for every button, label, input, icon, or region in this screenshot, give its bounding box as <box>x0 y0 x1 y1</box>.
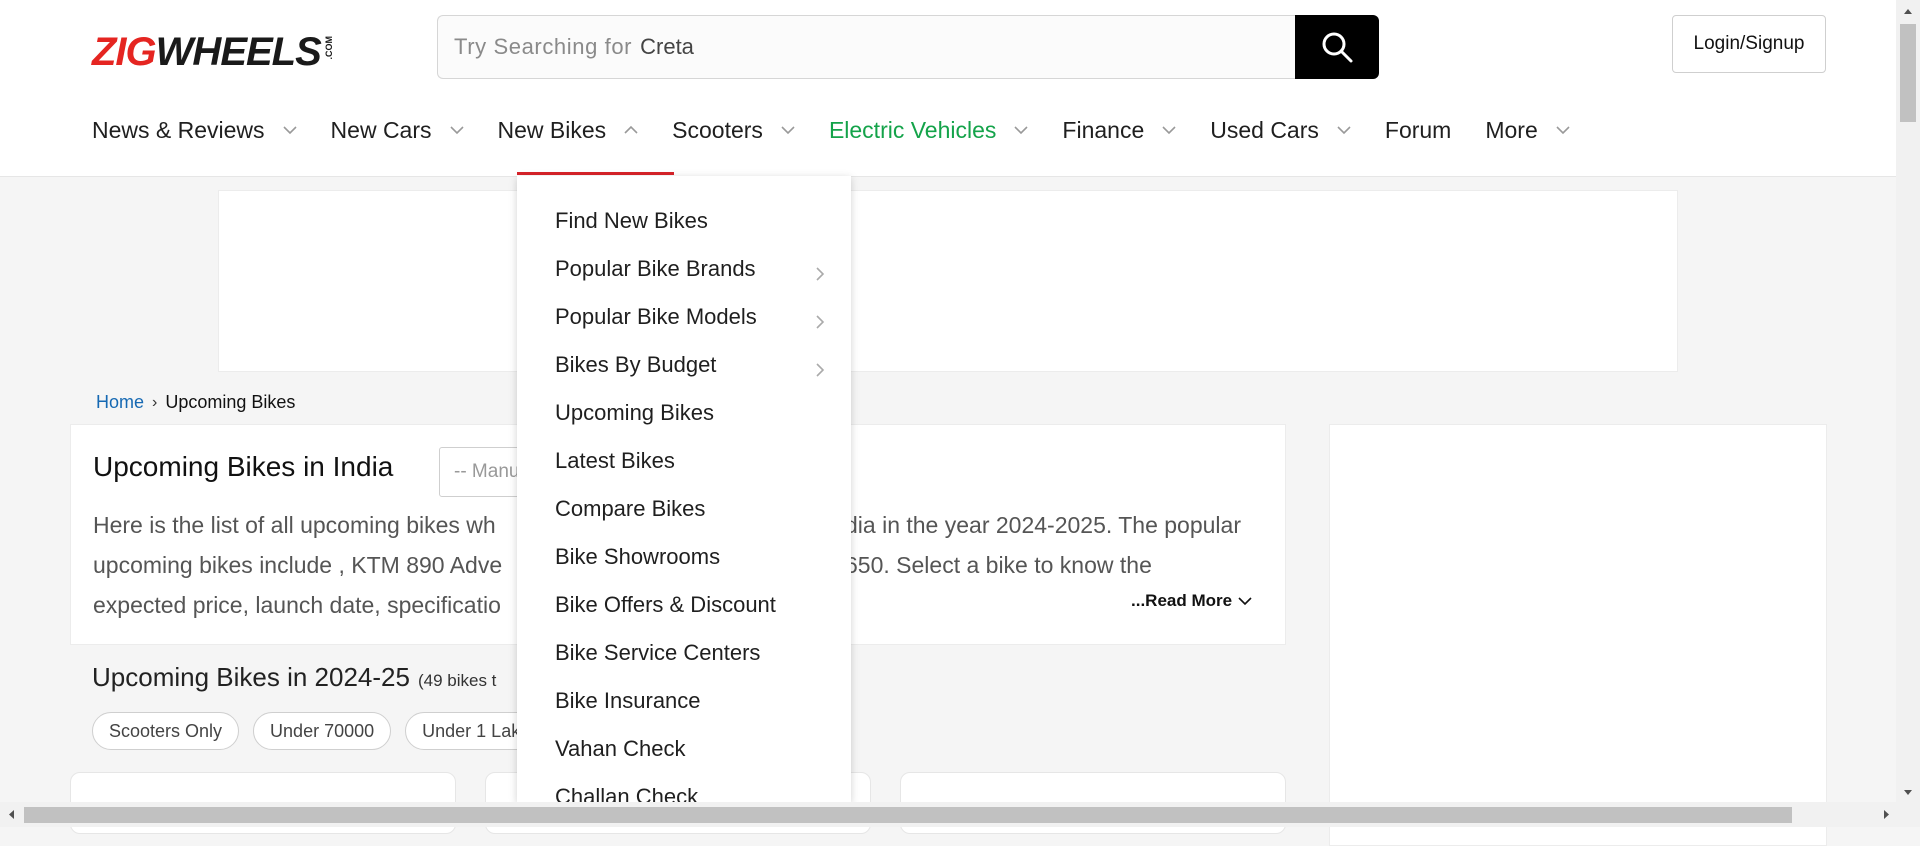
chevron-down-icon <box>1162 126 1176 135</box>
nav-item-label: News & Reviews <box>92 116 265 143</box>
chevron-right-icon <box>816 363 825 377</box>
page-title: Upcoming Bikes in India <box>93 451 394 482</box>
site-header: ZIG WHEELS .COM Try Searching for Creta … <box>0 0 1896 177</box>
scroll-down-icon[interactable] <box>1896 784 1920 800</box>
dropdown-item-upcoming-bikes[interactable]: Upcoming Bikes <box>555 400 714 426</box>
dropdown-item-challan-check[interactable]: Challan Check <box>555 784 698 802</box>
dropdown-item-find-new-bikes[interactable]: Find New Bikes <box>555 208 708 234</box>
nav-item-used-cars[interactable]: Used Cars <box>1210 117 1351 144</box>
dropdown-item-bike-offers-discount[interactable]: Bike Offers & Discount <box>555 592 776 618</box>
logo-wheels-text: WHEELS <box>155 30 322 74</box>
filter-chips: Scooters Only Under 70000 Under 1 Lakh <box>92 712 561 750</box>
intro-line-2-right: 650. Select a bike to know the <box>845 552 1152 578</box>
dropdown-item-popular-bike-brands[interactable]: Popular Bike Brands <box>555 256 756 282</box>
nav-item-news-reviews[interactable]: News & Reviews <box>92 117 297 144</box>
dropdown-item-compare-bikes[interactable]: Compare Bikes <box>555 496 705 522</box>
breadcrumb-current: Upcoming Bikes <box>165 392 296 412</box>
dropdown-item-vahan-check[interactable]: Vahan Check <box>555 736 685 762</box>
search-bar: Try Searching for Creta <box>437 15 1379 79</box>
section-title: Upcoming Bikes in 2024-25 (49 bikes t <box>92 662 496 693</box>
filter-chip[interactable]: Under 70000 <box>253 712 392 750</box>
nav-item-label: New Bikes <box>497 116 607 143</box>
nav-item-label: More <box>1485 116 1538 143</box>
nav-item-more[interactable]: More <box>1485 116 1570 144</box>
intro-line-2-left: upcoming bikes include , KTM 890 Adve <box>93 552 503 578</box>
intro-line-1-left: Here is the list of all upcoming bikes w… <box>93 512 496 538</box>
horizontal-scroll-thumb[interactable] <box>24 807 1792 823</box>
search-button[interactable] <box>1295 15 1379 79</box>
ad-banner <box>218 190 1678 372</box>
nav-item-label: Scooters <box>672 116 763 143</box>
chevron-down-icon <box>1337 126 1351 135</box>
main-nav: News & Reviews New Cars New Bikes Scooters E… <box>92 112 1604 148</box>
nav-item-new-cars[interactable]: New Cars <box>331 117 464 144</box>
nav-item-label: Forum <box>1384 116 1452 143</box>
nav-item-label: Used Cars <box>1210 116 1319 143</box>
search-suggestion-term: Creta <box>640 34 694 59</box>
breadcrumb: Home › Upcoming Bikes <box>96 392 295 413</box>
logo-com-text: .COM <box>323 36 334 60</box>
dropdown-item-bikes-by-budget[interactable]: Bikes By Budget <box>555 352 716 378</box>
section-count: (49 bikes t <box>417 671 497 690</box>
breadcrumb-separator: › <box>152 393 158 411</box>
chevron-down-icon <box>1556 126 1570 135</box>
horizontal-scrollbar[interactable] <box>0 802 1920 827</box>
search-icon <box>1322 32 1353 63</box>
breadcrumb-home-link[interactable]: Home <box>96 392 144 413</box>
intro-line-1-right: dia in the year 2024-2025. The popular <box>845 512 1241 538</box>
scroll-left-icon[interactable] <box>2 802 22 827</box>
intro-line-3-left: expected price, launch date, specificati… <box>93 592 501 618</box>
vertical-scrollbar[interactable] <box>1896 0 1920 802</box>
nav-item-new-bikes[interactable]: New Bikes <box>498 117 639 144</box>
nav-item-label: New Cars <box>330 116 432 143</box>
chevron-down-icon <box>1014 126 1028 135</box>
dropdown-item-bike-service-centers[interactable]: Bike Service Centers <box>555 640 760 666</box>
nav-item-scooters[interactable]: Scooters <box>672 117 795 144</box>
dropdown-item-bike-showrooms[interactable]: Bike Showrooms <box>555 544 720 570</box>
dropdown-item-latest-bikes[interactable]: Latest Bikes <box>555 448 675 474</box>
chevron-down-icon <box>1238 596 1252 605</box>
login-signup-button[interactable]: Login/Signup <box>1672 15 1826 73</box>
chevron-down-icon <box>781 126 795 135</box>
read-more-label: ...Read More <box>1131 591 1233 610</box>
search-placeholder: Try Searching for <box>454 34 633 59</box>
nav-item-label: Electric Vehicles <box>828 116 997 143</box>
read-more-link[interactable]: ...Read More <box>1131 591 1252 611</box>
chevron-up-icon <box>624 125 638 134</box>
vertical-scroll-thumb[interactable] <box>1900 24 1916 122</box>
chevron-right-icon <box>816 315 825 329</box>
scroll-right-icon[interactable] <box>1876 802 1896 827</box>
chevron-right-icon <box>816 267 825 281</box>
sidebar-ad <box>1329 424 1827 846</box>
nav-item-forum[interactable]: Forum <box>1385 117 1451 144</box>
nav-item-finance[interactable]: Finance <box>1062 117 1176 144</box>
nav-item-label: Finance <box>1062 116 1145 143</box>
nav-item-electric-vehicles[interactable]: Electric Vehicles <box>829 117 1028 144</box>
dropdown-item-popular-bike-models[interactable]: Popular Bike Models <box>555 304 757 330</box>
section-title-text: Upcoming Bikes in 2024-25 <box>92 662 410 692</box>
chevron-down-icon <box>282 126 297 135</box>
active-nav-underline <box>517 172 674 175</box>
chevron-down-icon <box>449 126 464 135</box>
dropdown-item-bike-insurance[interactable]: Bike Insurance <box>555 688 701 714</box>
zigwheels-logo[interactable]: ZIG WHEELS .COM <box>92 30 334 74</box>
filter-chip[interactable]: Scooters Only <box>92 712 240 750</box>
search-input[interactable]: Try Searching for Creta <box>437 15 1295 79</box>
new-bikes-dropdown-menu: Find New Bikes Popular Bike Brands Popular… <box>517 176 851 802</box>
scroll-up-icon[interactable] <box>1896 4 1920 20</box>
logo-zig-text: ZIG <box>92 30 157 74</box>
